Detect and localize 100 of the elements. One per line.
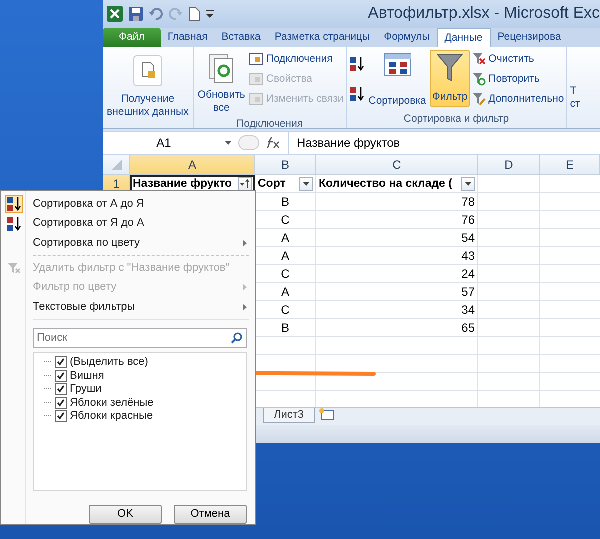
filter-dropdown-button[interactable]	[461, 177, 475, 191]
checkbox[interactable]	[55, 410, 67, 422]
button-label: ст	[570, 98, 580, 111]
ribbon-small-button[interactable]: Повторить	[472, 70, 564, 87]
group-label: Сортировка и фильтр	[402, 113, 510, 127]
table-cell-text: C	[280, 302, 291, 319]
table-cell-text: 34	[460, 302, 476, 319]
name-box[interactable]: A1	[103, 136, 225, 150]
column-header[interactable]: D	[478, 155, 540, 175]
checkbox-label: Яблоки красные	[70, 410, 154, 422]
filter-button[interactable]: Фильтр	[430, 50, 470, 107]
ribbon-small-button[interactable]: Очистить	[472, 50, 564, 67]
sheet-tab[interactable]: Лист3	[263, 408, 316, 423]
group-label: Подключения	[236, 118, 304, 130]
cancel-button[interactable]: Отмена	[174, 504, 247, 524]
table-cell-text: B	[280, 320, 290, 337]
submenu-arrow-icon	[243, 304, 247, 311]
document-icon	[132, 55, 163, 87]
search-field[interactable]: Поиск	[33, 328, 247, 348]
submenu-arrow-icon	[243, 284, 247, 292]
dropdown-caret-icon	[464, 182, 472, 186]
menu-item[interactable]: Текстовые фильтры	[1, 296, 255, 317]
sort-descending-icon	[5, 214, 23, 233]
table-cell-text: 43	[460, 248, 476, 265]
table-cell-text: 24	[460, 266, 476, 283]
button-label: Т	[570, 85, 578, 98]
file-tab[interactable]: Файл	[103, 28, 161, 47]
sort-ascending-icon	[5, 194, 23, 213]
table-cell-text: C	[280, 212, 291, 229]
sort-button[interactable]: Сортировка	[366, 50, 428, 111]
column-header[interactable]: E	[540, 155, 600, 175]
get-external-data-button[interactable]: Получение внешних данных	[105, 50, 191, 122]
connection-icon	[249, 92, 264, 104]
connection-icon	[249, 52, 264, 64]
ribbon-small-button[interactable]: Подключения	[249, 50, 344, 67]
tree-connector	[44, 415, 52, 418]
checkbox-label: (Выделить все)	[70, 356, 148, 368]
formula-field[interactable]: Название фруктов	[288, 132, 600, 154]
dropdown-caret-icon	[302, 182, 310, 186]
table-cell-text: A	[280, 230, 290, 247]
new-document-icon[interactable]	[189, 7, 200, 21]
menu-item[interactable]: Сортировка от А до Я	[1, 194, 255, 214]
customize-toolbar-icon[interactable]	[206, 9, 214, 19]
checkbox-label: Вишня	[70, 370, 104, 382]
connection-icon	[249, 72, 264, 84]
table-cell: Количество на складе (	[319, 178, 452, 190]
filter-dropdown-button[interactable]	[238, 177, 252, 191]
sort-grid-icon	[384, 53, 412, 77]
ribbon-tab[interactable]: Разметка страницы	[268, 28, 378, 47]
reapply-filter-icon	[472, 72, 486, 86]
table-cell: Сорт	[258, 178, 286, 190]
ribbon-tab[interactable]: Главная	[160, 28, 215, 47]
menu-item[interactable]: Сортировка по цвету	[1, 233, 255, 253]
table-cell-text: A	[280, 284, 290, 301]
insert-sheet-icon[interactable]	[319, 408, 336, 421]
table-cell-text: C	[280, 266, 291, 283]
checkbox[interactable]	[55, 396, 67, 409]
refresh-icon	[208, 53, 236, 85]
window-title: Автофильтр.xlsx - Microsoft Exc	[368, 5, 600, 23]
checkbox-label: Яблоки зелёные	[70, 396, 154, 409]
tree-connector	[44, 402, 52, 404]
table-cell-text: 78	[460, 194, 476, 211]
dropdown-caret-icon[interactable]	[225, 141, 232, 145]
tree-connector	[44, 374, 52, 377]
table-cell: Название фрукто	[133, 178, 232, 190]
ribbon-tab[interactable]: Формулы	[377, 28, 437, 47]
checkbox[interactable]	[55, 383, 67, 396]
ok-button[interactable]: OK	[89, 504, 162, 524]
tree-connector	[44, 388, 52, 390]
refresh-all-button[interactable]: Обновить все	[196, 50, 248, 118]
ribbon-tab[interactable]: Данные	[436, 28, 491, 47]
submenu-arrow-icon	[243, 240, 247, 248]
sort-ascending-icon[interactable]	[348, 56, 365, 72]
ribbon-tab[interactable]: Вставка	[214, 28, 268, 47]
undo-icon[interactable]	[149, 8, 163, 20]
checkbox[interactable]	[55, 356, 67, 368]
table-cell-text: 65	[460, 320, 476, 337]
checkbox-label: Груши	[70, 383, 102, 396]
sorted-filter-icon	[240, 179, 250, 189]
tree-connector	[44, 361, 52, 364]
filter-dropdown-button[interactable]	[299, 177, 313, 191]
funnel-icon	[437, 53, 464, 83]
ribbon-tab[interactable]: Рецензирова	[490, 28, 568, 47]
function-icon[interactable]	[238, 135, 282, 151]
column-header[interactable]: B	[255, 155, 316, 175]
advanced-filter-icon	[472, 92, 486, 106]
checkbox[interactable]	[55, 370, 67, 382]
ribbon-small-button[interactable]: Дополнительно	[472, 90, 564, 107]
sort-descending-icon[interactable]	[348, 86, 365, 102]
column-header[interactable]: C	[316, 155, 478, 175]
spreadsheet-app-icon	[107, 6, 123, 22]
clear-filter-icon	[472, 52, 486, 66]
search-icon	[231, 332, 243, 344]
menu-item[interactable]: Сортировка от Я до А	[1, 214, 255, 234]
column-header[interactable]: A	[130, 155, 255, 175]
table-cell-text: A	[280, 248, 290, 265]
save-icon[interactable]	[129, 7, 143, 21]
table-cell-text: 76	[460, 212, 476, 229]
table-cell-text: 54	[460, 230, 476, 247]
table-cell-text: 57	[460, 284, 476, 301]
